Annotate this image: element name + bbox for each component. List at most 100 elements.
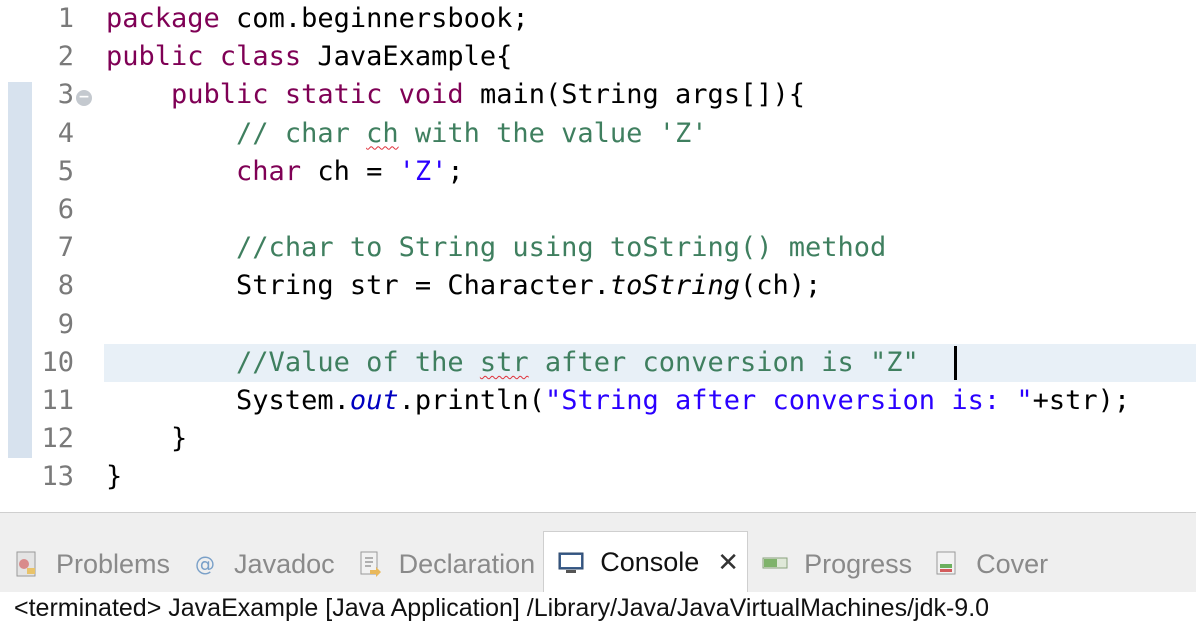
tab-declaration[interactable]: Declaration	[343, 535, 544, 593]
code-line: 13}	[0, 458, 1196, 496]
code-token: System.	[106, 385, 350, 416]
code-line: 7 //char to String using toString() meth…	[0, 229, 1196, 267]
code-line: 6	[0, 191, 1196, 229]
console-status-text: <terminated> JavaExample [Java Applicati…	[14, 594, 990, 622]
code-line: 8 String str = Character.toString(ch);	[0, 267, 1196, 305]
bottom-panel-tabbar: Problems @ Javadoc Declaration Console ✕ Progr…	[0, 512, 1196, 593]
line-number: 2	[57, 41, 74, 73]
progress-icon	[760, 549, 790, 579]
code-token: (ch);	[739, 270, 822, 302]
code-token: static	[284, 79, 383, 111]
collapse-fold-icon[interactable]: −	[76, 90, 92, 106]
code-token: 'Z'	[398, 155, 448, 187]
code-token: String str = Character.	[106, 270, 610, 302]
code-token: +str);	[1032, 385, 1131, 416]
svg-text:@: @	[195, 552, 215, 576]
tab-console[interactable]: Console ✕	[543, 531, 749, 593]
line-number: 7	[57, 232, 74, 264]
line-number: 13	[41, 461, 74, 493]
code-token: }	[106, 461, 123, 493]
line-number: 10	[41, 346, 74, 378]
code-line: 3 public static void main(String args[])…	[0, 76, 1196, 114]
code-text: public static void main(String args[]){	[106, 76, 805, 114]
code-token: class	[219, 41, 302, 73]
code-token: // char	[236, 117, 367, 149]
javadoc-icon: @	[190, 549, 220, 579]
code-token: package	[106, 3, 220, 34]
code-token: JavaExample{	[301, 41, 513, 73]
tab-label: Cover	[976, 548, 1049, 579]
code-token: //Value of the	[236, 346, 480, 378]
code-text: package com.beginnersbook;	[106, 0, 529, 38]
code-token: str	[479, 346, 529, 378]
line-number: 4	[57, 117, 74, 149]
code-token: out	[349, 385, 399, 416]
console-view: <terminated> JavaExample [Java Applicati…	[0, 592, 1196, 628]
code-token: ;	[447, 155, 464, 187]
line-number: 5	[57, 155, 74, 187]
tab-label: Progress	[804, 548, 913, 579]
code-text: String str = Character.toString(ch);	[106, 267, 821, 305]
code-text: //char to String using toString() method	[106, 229, 886, 267]
code-token: .println(	[398, 385, 545, 416]
code-token: com.beginnersbook;	[219, 3, 529, 34]
code-token: after conversion is "Z"	[528, 346, 919, 378]
line-number: 8	[57, 270, 74, 302]
tab-problems[interactable]: Problems	[0, 535, 178, 593]
view-tabs: Problems @ Javadoc Declaration Console ✕ Progr…	[0, 531, 1196, 593]
code-text: //Value of the str after conversion is "…	[106, 344, 919, 382]
code-text: public class JavaExample{	[106, 38, 512, 76]
code-line: 2 public class JavaExample{	[0, 38, 1196, 76]
code-token: //char to String using toString() method	[236, 232, 887, 264]
code-line: 4 // char ch with the value 'Z'	[0, 115, 1196, 153]
declaration-icon	[355, 549, 385, 579]
line-number: 6	[57, 194, 74, 225]
code-token: ch =	[301, 155, 399, 187]
code-text: // char ch with the value 'Z'	[106, 115, 707, 153]
code-text: }	[106, 420, 187, 458]
code-token: void	[398, 79, 464, 111]
code-token: toString	[609, 270, 740, 302]
code-token: main(String args[]){	[463, 79, 806, 111]
code-token: ch	[366, 117, 399, 149]
line-number: 12	[41, 423, 74, 455]
tab-label: Problems	[56, 548, 171, 579]
code-line: 9	[0, 306, 1196, 344]
coverage-icon	[932, 549, 962, 579]
tab-label: Declaration	[398, 548, 536, 579]
close-icon[interactable]: ✕	[717, 547, 739, 578]
console-icon	[556, 548, 586, 578]
code-token: public	[106, 41, 204, 73]
problems-icon	[12, 549, 42, 579]
code-line: 5 char ch = 'Z';	[0, 153, 1196, 191]
line-number: 9	[57, 308, 74, 340]
tab-progress[interactable]: Progress	[748, 535, 920, 593]
code-text: System.out.println("String after convers…	[106, 382, 1130, 420]
line-number: 3	[57, 79, 74, 111]
line-number: 1	[57, 3, 74, 34]
code-line: 10 //Value of the str after conversion i…	[0, 344, 1196, 382]
code-line: 1 package com.beginnersbook;	[0, 0, 1196, 38]
code-token: "String after conversion is: "	[544, 385, 1033, 416]
text-caret	[954, 346, 957, 380]
code-token: public	[171, 79, 269, 111]
tab-coverage[interactable]: Cover	[920, 535, 1056, 593]
code-token: }	[106, 423, 188, 455]
code-text: char ch = 'Z';	[106, 153, 464, 191]
code-token: char	[236, 155, 302, 187]
tab-label: Javadoc	[234, 548, 335, 579]
code-editor[interactable]: 1 package com.beginnersbook; 2 public class…	[0, 0, 1196, 512]
tab-label: Console	[600, 547, 700, 577]
code-line: 12 }	[0, 420, 1196, 458]
tab-javadoc[interactable]: @ Javadoc	[178, 535, 343, 593]
code-text: }	[106, 458, 122, 496]
line-number: 11	[41, 385, 74, 416]
code-token: with the value 'Z'	[398, 117, 708, 149]
